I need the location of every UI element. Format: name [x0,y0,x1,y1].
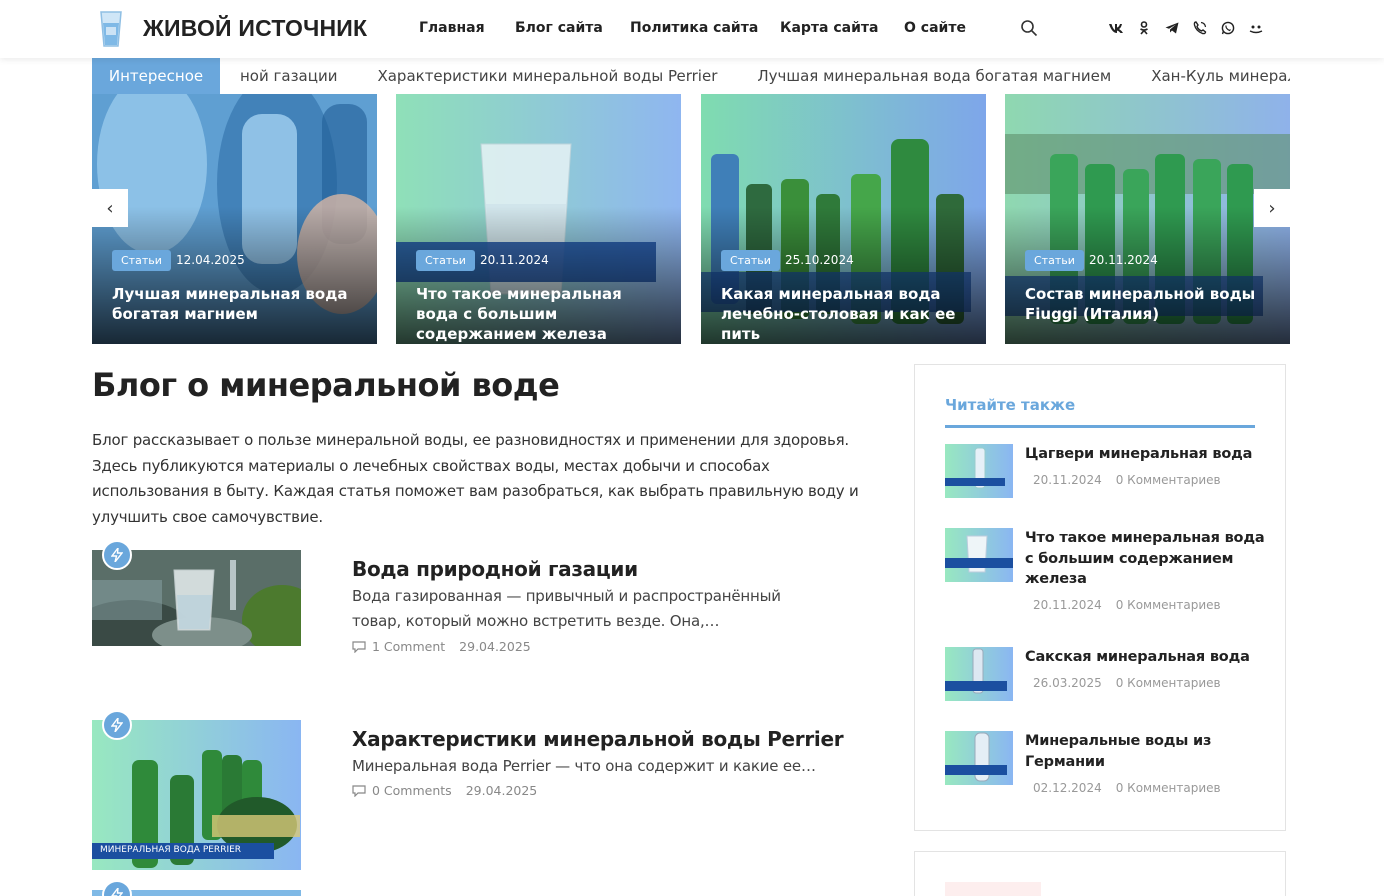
post-excerpt: Вода газированная — привычный и распрост… [352,587,781,630]
ticker-track: ной газации Характеристики минеральной во… [240,67,1290,85]
post-comments-link[interactable]: 0 Comments [372,783,452,798]
post-title[interactable]: Вода природной газации [352,557,638,581]
sidebar-post-date: 20.11.2024 [1033,473,1102,487]
slide-date: 20.11.2024 [1089,253,1158,267]
ticker-item[interactable]: Лучшая минеральная вода богатая магнием [757,67,1111,85]
post-thumbnail[interactable]: МИНЕРАЛЬНАЯ ВОДА PERRIER [92,720,301,870]
nav-home[interactable]: Главная [419,20,485,36]
nav-sitemap[interactable]: Карта сайта [780,20,878,36]
telegram-icon[interactable] [1164,20,1180,36]
sidebar-post-meta: 26.03.2025 0 Комментариев [1033,676,1221,690]
sidebar-thumbnail[interactable] [945,444,1013,498]
comment-icon [352,640,366,653]
post-meta: 1 Comment 29.04.2025 [352,639,531,654]
nav-blog[interactable]: Блог сайта [515,20,603,36]
user-icon[interactable] [1248,20,1264,36]
sidebar-post-meta: 20.11.2024 0 Комментариев [1033,598,1221,612]
slide-category[interactable]: Статьи [416,250,475,271]
slide-title[interactable]: Что такое минеральная вода с большим сод… [416,284,666,344]
featured-slider: Статьи 12.04.2025 Лучшая минеральная вод… [92,94,1290,344]
sidebar-post-meta: 20.11.2024 0 Комментариев [1033,473,1221,487]
lightning-icon [102,880,132,896]
slide-card[interactable]: Статьи 12.04.2025 Лучшая минеральная вод… [92,94,377,344]
slide-category[interactable]: Статьи [1025,250,1084,271]
sidebar-post-comments[interactable]: 0 Комментариев [1116,676,1221,690]
news-ticker: Интересное ной газации Характеристики мин… [92,58,1290,94]
viber-icon[interactable] [1192,20,1208,36]
page-title: Блог о минеральной воде [92,366,560,404]
sidebar-title-underline [945,425,1255,428]
lightning-icon [102,540,132,570]
page-intro: Блог рассказывает о пользе минеральной в… [92,431,859,526]
post-date: 29.04.2025 [465,783,538,798]
sidebar-post-title[interactable]: Что такое минеральная вода с большим сод… [1025,528,1265,590]
post-meta: 0 Comments 29.04.2025 [352,783,537,798]
sidebar-thumbnail[interactable] [945,647,1013,701]
ticker-item[interactable]: Характеристики минеральной воды Perrier [377,67,717,85]
site-header: ЖИВОЙ ИСТОЧНИК Главная Блог сайта Полити… [0,0,1384,58]
vk-icon[interactable] [1108,20,1124,36]
sidebar-post-title[interactable]: Сакская минеральная вода [1025,647,1265,668]
sidebar-post-meta: 02.12.2024 0 Комментариев [1033,781,1221,795]
whatsapp-icon[interactable] [1220,20,1236,36]
sidebar-thumbnail[interactable] [945,528,1013,582]
water-glass-logo-icon[interactable] [98,9,124,49]
sidebar-post-comments[interactable]: 0 Комментариев [1116,598,1221,612]
slider-next-button[interactable]: › [1254,189,1290,227]
site-logo-text[interactable]: ЖИВОЙ ИСТОЧНИК [143,15,367,42]
slide-card[interactable]: Статьи 20.11.2024 Состав минеральной вод… [1005,94,1290,344]
slide-card[interactable]: Статьи 25.10.2024 Какая минеральная вода… [701,94,986,344]
sidebar-post-date: 02.12.2024 [1033,781,1102,795]
post-excerpt: Минеральная вода Perrier — что она содер… [352,757,816,775]
nav-about[interactable]: О сайте [904,20,966,36]
sidebar-post-comments[interactable]: 0 Комментариев [1116,781,1221,795]
slide-title[interactable]: Состав минеральной воды Fiuggi (Италия) [1025,284,1275,324]
ticker-label: Интересное [92,58,220,94]
slider-prev-button[interactable]: ‹ [92,189,128,227]
sidebar-widget-2-banner [945,882,1041,896]
post-date: 29.04.2025 [459,639,531,654]
sidebar-post-title[interactable]: Минеральные воды из Германии [1025,731,1265,772]
sidebar-post-date: 26.03.2025 [1033,676,1102,690]
sidebar-post-date: 20.11.2024 [1033,598,1102,612]
nav-policy[interactable]: Политика сайта [630,20,758,36]
sidebar-title: Читайте также [945,396,1076,414]
comment-icon [352,784,366,797]
slide-category[interactable]: Статьи [721,250,780,271]
odnoklassniki-icon[interactable] [1136,20,1152,36]
slide-card[interactable]: Статьи 20.11.2024 Что такое минеральная … [396,94,681,344]
slide-date: 25.10.2024 [785,253,854,267]
slide-title[interactable]: Лучшая минеральная вода богатая магнием [112,284,362,324]
slide-date: 20.11.2024 [480,253,549,267]
slide-title[interactable]: Какая минеральная вода лечебно-столовая … [721,284,971,344]
search-icon[interactable] [1020,19,1038,37]
ticker-item[interactable]: ной газации [240,67,337,85]
thumbnail-caption: МИНЕРАЛЬНАЯ ВОДА PERRIER [100,845,242,855]
slide-date: 12.04.2025 [176,253,245,267]
lightning-icon [102,710,132,740]
post-title[interactable]: Характеристики минеральной воды Perrier [352,727,844,751]
sidebar-thumbnail[interactable] [945,731,1013,785]
slide-category[interactable]: Статьи [112,250,171,271]
ticker-item[interactable]: Хан-Куль минеральная вода [1151,67,1290,85]
sidebar-post-comments[interactable]: 0 Комментариев [1116,473,1221,487]
post-comments-link[interactable]: 1 Comment [372,639,445,654]
sidebar-post-title[interactable]: Цагвери минеральная вода [1025,444,1265,465]
